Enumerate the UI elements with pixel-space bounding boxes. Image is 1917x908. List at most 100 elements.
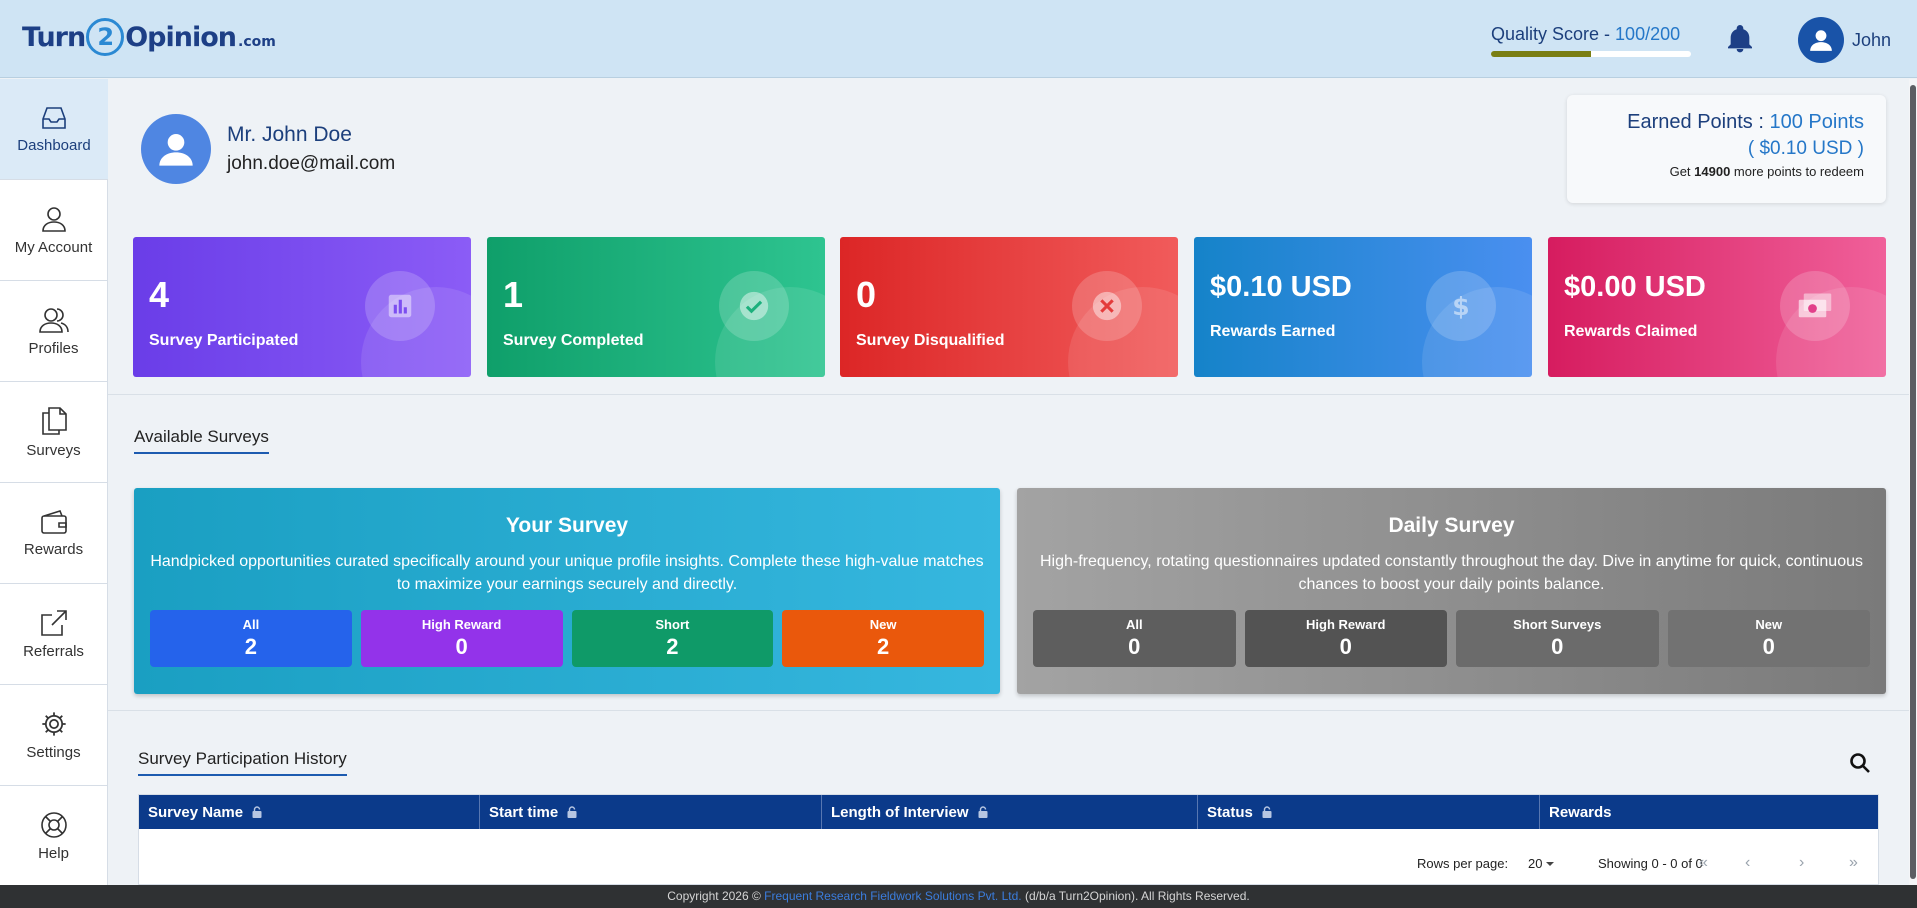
daily-survey-pill-high-reward[interactable]: High Reward 0 (1244, 610, 1447, 667)
your-survey-description: Handpicked opportunities curated specifi… (150, 553, 984, 593)
sidebar-item-label: Settings (26, 743, 81, 761)
your-survey-title: Your Survey (505, 514, 629, 537)
stat-label: Rewards Claimed (1564, 323, 1698, 340)
quality-score: Quality Score - 100/200 (1491, 24, 1691, 57)
stat-value: $0.10 USD (1210, 271, 1352, 303)
lock-icon (252, 806, 262, 818)
stat-card-disqualified[interactable]: 0 Survey Disqualified (840, 237, 1178, 377)
your-survey-pill-all[interactable]: All 2 (150, 610, 352, 667)
quality-score-bar (1491, 51, 1691, 57)
stat-card-participated[interactable]: 4 Survey Participated (133, 237, 471, 377)
profile-avatar-icon (141, 114, 211, 184)
column-rewards[interactable]: Rewards (1540, 795, 1878, 829)
stat-label: Survey Participated (149, 332, 299, 349)
daily-survey-pill-short[interactable]: Short Surveys 0 (1456, 610, 1659, 667)
user-avatar-icon (1798, 17, 1844, 63)
stat-label: Survey Disqualified (856, 332, 1005, 349)
last-page-icon[interactable]: » (1849, 854, 1858, 872)
pill-label: Short (655, 617, 690, 632)
pill-value: 2 (666, 634, 679, 659)
sidebar-item-label: Dashboard (17, 136, 91, 154)
search-icon[interactable] (1848, 751, 1872, 775)
user-name: John (1852, 29, 1892, 50)
documents-icon (41, 406, 67, 435)
your-survey-pill-new[interactable]: New 2 (782, 610, 984, 667)
column-label: Survey Name (148, 803, 244, 821)
scrollbar-thumb[interactable] (1910, 85, 1916, 879)
sidebar-item-label: Help (38, 844, 69, 862)
footer: Copyright 2026 © Frequent Research Field… (0, 885, 1917, 908)
daily-survey-pill-all[interactable]: All 0 (1033, 610, 1236, 667)
your-survey-pill-high-reward[interactable]: High Reward 0 (360, 610, 563, 667)
column-survey-name[interactable]: Survey Name (139, 795, 480, 829)
earned-points-usd: ( $0.10 USD ) (1747, 138, 1864, 159)
footer-prefix: Copyright 2026 © (667, 889, 765, 903)
rows-per-page-select[interactable]: 20 (1528, 856, 1558, 871)
footer-company-link[interactable]: Frequent Research Fieldwork Solutions Pv… (764, 889, 1021, 903)
history-title: Survey Participation History (138, 749, 347, 776)
rows-per-page-label: Rows per page: (1417, 856, 1509, 871)
stat-value: $0.00 USD (1564, 271, 1706, 303)
first-page-icon[interactable]: « (1699, 854, 1708, 872)
wallet-icon (40, 509, 67, 534)
stat-value: 4 (149, 274, 170, 315)
sidebar-item-label: Referrals (23, 642, 84, 660)
profile-name: Mr. John Doe (227, 123, 352, 146)
sidebar-item-dashboard[interactable]: Dashboard (0, 79, 108, 180)
lifebuoy-icon (40, 811, 67, 838)
stat-value: 0 (856, 274, 877, 315)
svg-text:$: $ (1452, 292, 1469, 321)
sidebar-item-help[interactable]: Help (0, 786, 108, 887)
pill-label: All (1125, 617, 1143, 632)
inbox-icon (42, 106, 66, 129)
available-surveys-title: Available Surveys (134, 427, 269, 454)
sidebar-item-referrals[interactable]: Referrals (0, 584, 108, 685)
next-page-icon[interactable]: › (1799, 854, 1804, 872)
sidebar-item-profiles[interactable]: Profiles (0, 281, 108, 382)
pill-label: High Reward (421, 617, 502, 632)
check-circle-icon (719, 271, 789, 341)
pill-label: All (242, 617, 260, 632)
pill-label: High Reward (1306, 617, 1386, 632)
column-label: Status (1207, 803, 1253, 821)
sidebar-item-my-account[interactable]: My Account (0, 180, 108, 281)
daily-survey-pill-new[interactable]: New 0 (1667, 610, 1870, 667)
your-survey-pill-short[interactable]: Short 2 (571, 610, 774, 667)
daily-survey-title: Daily Survey (1388, 514, 1515, 537)
earned-points-label: Earned Points : (1627, 111, 1770, 133)
sidebar-item-surveys[interactable]: Surveys (0, 382, 108, 483)
quality-score-fill (1491, 51, 1591, 57)
pill-value: 0 (455, 634, 468, 659)
column-status[interactable]: Status (1198, 795, 1540, 829)
pill-value: 0 (1762, 634, 1775, 659)
gear-icon (41, 711, 66, 736)
stat-card-rewards-claimed[interactable]: $0.00 USD Rewards Claimed (1548, 237, 1886, 377)
sidebar-item-rewards[interactable]: Rewards (0, 483, 108, 584)
previous-page-icon[interactable]: ‹ (1745, 854, 1750, 872)
pill-label: New (869, 617, 897, 632)
lock-icon (978, 806, 988, 818)
caret-down-icon (1546, 861, 1555, 866)
chart-icon (365, 271, 435, 341)
showing-range: Showing 0 - 0 of 0 (1598, 856, 1703, 871)
stat-card-completed[interactable]: 1 Survey Completed (487, 237, 825, 377)
stat-card-rewards-earned[interactable]: $ $0.10 USD Rewards Earned (1194, 237, 1532, 377)
main-content: Mr. John Doe john.doe@mail.com Earned Po… (108, 79, 1909, 885)
dollar-icon: $ (1426, 271, 1496, 341)
column-start-time[interactable]: Start time (480, 795, 822, 829)
pill-value: 0 (1551, 634, 1564, 659)
turn2opinion-logo[interactable]: Turn 2 Opinion .com (22, 15, 276, 59)
pill-value: 2 (877, 634, 890, 659)
sidebar-item-settings[interactable]: Settings (0, 685, 108, 786)
pill-label: Short Surveys (1513, 617, 1602, 632)
user-menu-button[interactable]: John (1798, 17, 1891, 63)
column-label: Length of Interview (831, 803, 969, 821)
your-survey-pills: All 2 High Reward 0 Short 2 New 2 (150, 610, 984, 667)
bell-icon[interactable] (1724, 22, 1756, 56)
scrollbar[interactable] (1909, 79, 1917, 885)
column-length-of-interview[interactable]: Length of Interview (822, 795, 1198, 829)
share-icon (40, 609, 67, 636)
pill-label: New (1755, 617, 1783, 632)
daily-survey-description: High-frequency, rotating questionnaires … (1039, 553, 1863, 593)
your-survey-panel: Your Survey Handpicked opportunities cur… (134, 488, 1000, 694)
